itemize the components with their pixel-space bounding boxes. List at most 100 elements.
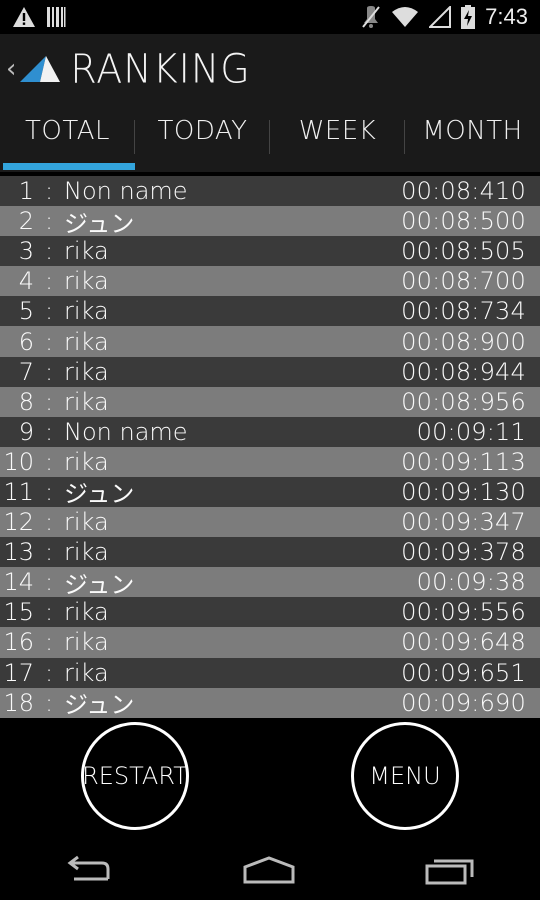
tab-label: TODAY xyxy=(157,116,248,146)
player-name: Non name xyxy=(64,417,188,446)
rank-separator: : xyxy=(44,508,54,537)
rank-number: 15 xyxy=(3,598,34,627)
tab-month[interactable]: MONTH xyxy=(405,104,540,172)
player-name: ジュン xyxy=(64,209,135,238)
rank-separator: : xyxy=(44,477,54,506)
player-name: rika xyxy=(64,598,109,627)
ranking-list[interactable]: 1: Non name 00:08:410 2: ジュン 00:08:500 3: rik… xyxy=(0,176,540,720)
tab-label: WEEK xyxy=(298,116,377,146)
ranking-row: 15: rika 00:09:556 xyxy=(0,597,540,628)
signal-icon xyxy=(429,6,452,28)
rank-separator: : xyxy=(44,177,54,206)
player-name: rika xyxy=(64,628,109,657)
rank-number: 9 xyxy=(18,417,34,446)
player-name: rika xyxy=(64,267,109,296)
rank-number: 14 xyxy=(3,568,34,597)
rank-separator: : xyxy=(44,568,54,597)
rank-number: 4 xyxy=(18,267,34,296)
ranking-row: 9: Non name 00:09:11 xyxy=(0,416,540,447)
rank-separator: : xyxy=(44,658,54,687)
rank-separator: : xyxy=(44,417,54,446)
rank-separator: : xyxy=(44,628,54,657)
ranking-row: 1: Non name 00:08:410 xyxy=(0,176,540,207)
record-time: 00:08:500 xyxy=(401,207,526,236)
record-time: 00:08:734 xyxy=(401,297,526,326)
player-name: rika xyxy=(64,387,109,416)
player-name: rika xyxy=(64,327,109,356)
ranking-row: 16: rika 00:09:648 xyxy=(0,627,540,658)
player-name: rika xyxy=(64,538,109,567)
barcode-icon xyxy=(46,6,66,28)
battery-charging-icon xyxy=(461,5,476,29)
ranking-row: 6: rika 00:08:900 xyxy=(0,326,540,357)
rank-separator: : xyxy=(44,688,54,717)
rank-number: 10 xyxy=(3,447,34,476)
back-icon[interactable] xyxy=(64,855,114,885)
bottom-controls: RESTART MENU xyxy=(0,720,540,840)
recents-icon[interactable] xyxy=(424,855,476,885)
triangle-logo-icon[interactable] xyxy=(18,54,62,84)
ranking-row: 13: rika 00:09:378 xyxy=(0,537,540,568)
status-bar: 7:43 xyxy=(0,0,540,34)
player-name: rika xyxy=(64,237,109,266)
rank-number: 8 xyxy=(18,387,34,416)
record-time: 00:08:505 xyxy=(401,237,526,266)
record-time: 00:09:113 xyxy=(401,447,526,476)
player-name: Non name xyxy=(64,177,188,206)
record-time: 00:08:900 xyxy=(401,327,526,356)
rank-separator: : xyxy=(44,538,54,567)
player-name: rika xyxy=(64,447,109,476)
ranking-row: 2: ジュン 00:08:500 xyxy=(0,206,540,238)
chevron-left-icon[interactable]: ‹ xyxy=(6,56,16,82)
record-time: 00:09:130 xyxy=(401,477,526,506)
rank-number: 17 xyxy=(3,658,34,687)
ranking-row: 11: ジュン 00:09:130 xyxy=(0,476,540,509)
player-name: rika xyxy=(64,658,109,687)
home-icon[interactable] xyxy=(241,855,297,885)
tab-total[interactable]: TOTAL xyxy=(0,104,135,172)
record-time: 00:09:378 xyxy=(401,538,526,567)
ranking-row: 12: rika 00:09:347 xyxy=(0,507,540,538)
player-name: ジュン xyxy=(64,480,135,509)
system-nav-bar xyxy=(0,840,540,900)
rank-number: 12 xyxy=(3,508,34,537)
ranking-row: 7: rika 00:08:944 xyxy=(0,356,540,387)
rank-separator: : xyxy=(44,237,54,266)
rank-number: 5 xyxy=(18,297,34,326)
record-time: 00:08:410 xyxy=(401,177,526,206)
record-time: 00:08:944 xyxy=(401,357,526,386)
tab-selected-indicator xyxy=(3,163,135,170)
ranking-row: 3: rika 00:08:505 xyxy=(0,236,540,267)
ranking-row: 10: rika 00:09:113 xyxy=(0,446,540,477)
rank-number: 2 xyxy=(18,207,34,236)
rank-number: 11 xyxy=(3,477,34,506)
rank-separator: : xyxy=(44,297,54,326)
rank-number: 13 xyxy=(3,538,34,567)
rank-separator: : xyxy=(44,267,54,296)
player-name: ジュン xyxy=(64,570,135,599)
page-title: RANKING xyxy=(70,45,251,93)
record-time: 00:09:648 xyxy=(401,628,526,657)
restart-button[interactable]: RESTART xyxy=(81,722,189,830)
ranking-row: 4: rika 00:08:700 xyxy=(0,266,540,297)
record-time: 00:09:11 xyxy=(416,417,526,446)
rank-separator: : xyxy=(44,357,54,386)
player-name: ジュン xyxy=(64,691,135,720)
ranking-row: 17: rika 00:09:651 xyxy=(0,657,540,688)
ranking-row: 18: ジュン 00:09:690 xyxy=(0,687,540,720)
record-time: 00:09:556 xyxy=(401,598,526,627)
menu-button[interactable]: MENU xyxy=(351,722,459,830)
record-time: 00:09:651 xyxy=(401,658,526,687)
rank-separator: : xyxy=(44,207,54,236)
record-time: 00:09:38 xyxy=(416,568,526,597)
rank-number: 1 xyxy=(18,177,34,206)
rank-number: 16 xyxy=(3,628,34,657)
tab-week[interactable]: WEEK xyxy=(270,104,405,172)
rank-number: 6 xyxy=(18,327,34,356)
mute-icon xyxy=(361,5,381,29)
tab-today[interactable]: TODAY xyxy=(135,104,270,172)
tab-bar: TOTAL TODAY WEEK MONTH xyxy=(0,104,540,172)
rank-separator: : xyxy=(44,447,54,476)
rank-number: 7 xyxy=(18,357,34,386)
ranking-row: 8: rika 00:08:956 xyxy=(0,386,540,417)
